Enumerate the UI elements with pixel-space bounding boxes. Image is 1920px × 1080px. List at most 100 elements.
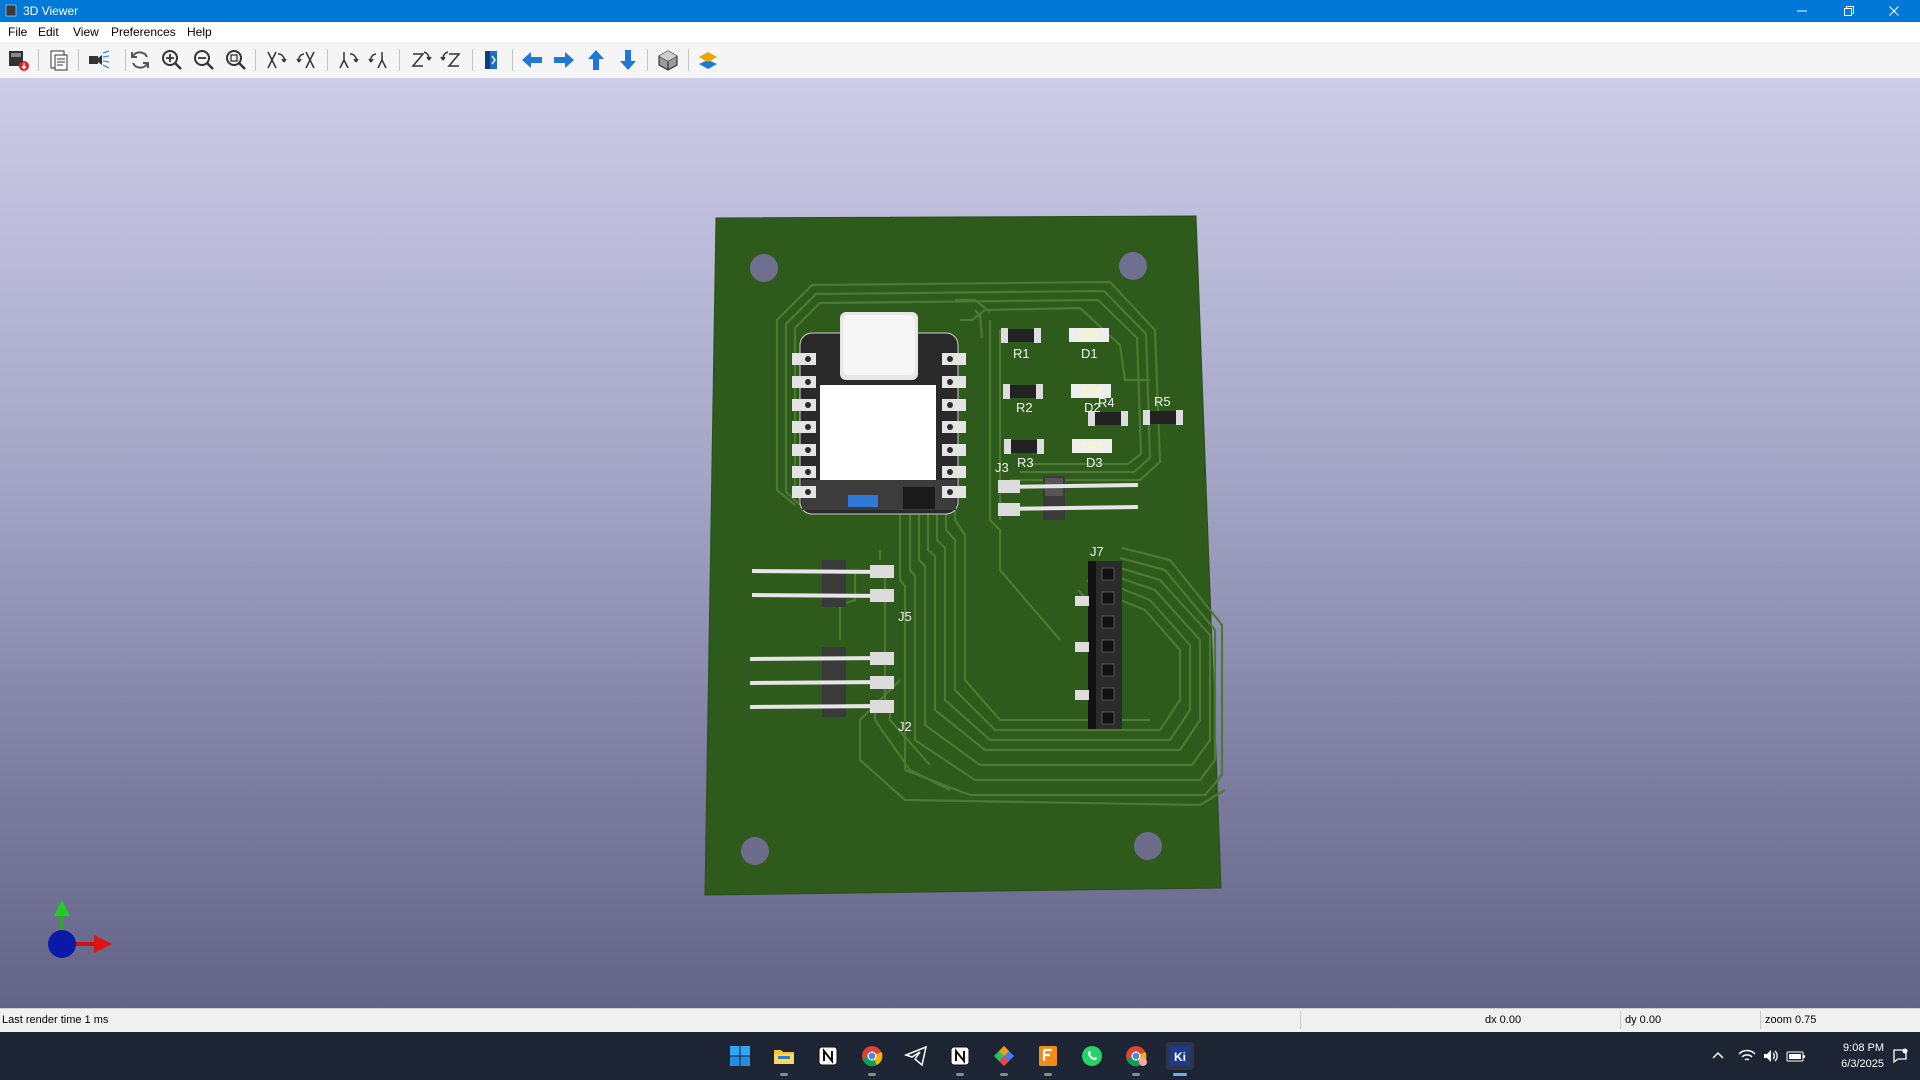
pan-left-button[interactable] xyxy=(518,47,546,73)
rotate-x-ccw-icon xyxy=(296,51,315,69)
pan-right-icon xyxy=(554,52,574,68)
rotate-y-cw-button[interactable] xyxy=(334,47,362,73)
rotate-z-cw-button[interactable] xyxy=(406,47,434,73)
reload-button[interactable] xyxy=(126,47,154,73)
pcb-render: R1 D1 R2 D2 R4 R5 R3 D3 J3 J7 J5 J2 xyxy=(48,215,1226,958)
layers-button[interactable] xyxy=(694,47,722,73)
kicad-icon: Ki xyxy=(1170,1046,1190,1066)
ortho-projection-button[interactable] xyxy=(654,47,682,73)
notion-icon xyxy=(950,1046,970,1066)
ref-label: J3 xyxy=(995,460,1009,475)
taskbar: Ki 9:08 PM 6/3/2025 xyxy=(0,1032,1920,1080)
menu-help[interactable]: Help xyxy=(187,25,212,39)
zoom-in-icon xyxy=(162,50,182,70)
taskbar-kicad[interactable]: Ki xyxy=(1166,1042,1194,1076)
resistor-r5 xyxy=(1143,410,1183,425)
taskbar-telegram[interactable] xyxy=(902,1042,930,1070)
rotate-z-ccw-button[interactable] xyxy=(438,47,466,73)
battery-icon[interactable] xyxy=(1786,1048,1806,1064)
zoom-readout: zoom 0.75 xyxy=(1765,1014,1817,1026)
taskbar-notion-2[interactable] xyxy=(946,1042,974,1076)
mcu-module xyxy=(792,312,966,515)
rotate-y-ccw-button[interactable] xyxy=(366,47,394,73)
pan-left-icon xyxy=(522,52,542,68)
raytrace-icon xyxy=(89,50,110,69)
whatsapp-icon xyxy=(1082,1046,1102,1066)
system-clock[interactable]: 9:08 PM 6/3/2025 xyxy=(1841,1040,1884,1072)
rotate-y-ccw-icon xyxy=(368,52,387,69)
minimize-button[interactable] xyxy=(1780,0,1824,22)
export-image-icon xyxy=(9,51,29,71)
menu-view[interactable]: View xyxy=(73,25,99,39)
flip-board-icon xyxy=(485,51,497,69)
taskbar-git[interactable] xyxy=(990,1042,1018,1076)
resistor-r3 xyxy=(1004,439,1044,454)
window-title: 3D Viewer xyxy=(23,4,79,18)
rotate-x-cw-icon xyxy=(267,51,287,69)
ref-label: R1 xyxy=(1013,346,1030,361)
reload-icon xyxy=(131,51,149,69)
notification-icon[interactable] xyxy=(1892,1048,1908,1064)
render-time-status: Last render time 1 ms xyxy=(2,1014,109,1026)
ref-label: D3 xyxy=(1086,455,1103,470)
taskbar-fusion[interactable] xyxy=(1034,1042,1062,1076)
pan-up-button[interactable] xyxy=(582,47,610,73)
git-icon xyxy=(994,1046,1014,1066)
3d-viewport[interactable]: R1 D1 R2 D2 R4 R5 R3 D3 J3 J7 J5 J2 xyxy=(0,78,1920,1008)
export-image-button[interactable] xyxy=(4,47,32,73)
taskbar-chrome-profile[interactable] xyxy=(1122,1042,1150,1076)
taskbar-chrome[interactable] xyxy=(858,1042,886,1076)
pan-right-button[interactable] xyxy=(550,47,578,73)
close-button[interactable] xyxy=(1872,0,1916,22)
chrome-icon xyxy=(862,1046,883,1067)
volume-icon[interactable] xyxy=(1762,1048,1780,1064)
menu-file[interactable]: File xyxy=(8,25,27,39)
resistor-r2 xyxy=(1003,384,1043,399)
mounting-hole xyxy=(1119,252,1147,280)
ref-label: R2 xyxy=(1016,400,1033,415)
rotate-z-ccw-icon xyxy=(440,51,461,67)
toolbar xyxy=(0,42,1920,79)
copy-clipboard-button[interactable] xyxy=(45,47,73,73)
resistor-r1 xyxy=(1001,328,1041,343)
ref-label: D1 xyxy=(1081,346,1098,361)
dx-readout: dx 0.00 xyxy=(1485,1014,1522,1026)
led-d3 xyxy=(1072,439,1112,453)
wifi-icon[interactable] xyxy=(1738,1048,1756,1064)
flip-board-button[interactable] xyxy=(477,47,505,73)
menu-bar: File Edit View Preferences Help xyxy=(0,22,1920,42)
menu-preferences[interactable]: Preferences xyxy=(111,25,176,39)
mounting-hole xyxy=(1134,832,1162,860)
zoom-fit-icon xyxy=(226,50,246,70)
taskbar-file-explorer[interactable] xyxy=(770,1042,798,1076)
menu-edit[interactable]: Edit xyxy=(38,25,59,39)
chevron-up-icon[interactable] xyxy=(1710,1048,1726,1064)
dy-readout: dy 0.00 xyxy=(1625,1014,1662,1026)
restore-button[interactable] xyxy=(1827,0,1871,22)
copy-clipboard-icon xyxy=(50,50,68,71)
clock-time: 9:08 PM xyxy=(1843,1042,1884,1054)
taskbar-notion[interactable] xyxy=(814,1042,842,1070)
zoom-out-button[interactable] xyxy=(190,47,218,73)
rotate-x-cw-button[interactable] xyxy=(262,47,290,73)
ortho-icon xyxy=(658,50,678,71)
clock-date: 6/3/2025 xyxy=(1841,1058,1884,1070)
file-explorer-icon xyxy=(774,1050,794,1064)
raytrace-button[interactable] xyxy=(85,47,113,73)
layers-icon xyxy=(699,52,717,69)
status-bar: Last render time 1 ms dx 0.00 dy 0.00 zo… xyxy=(0,1008,1920,1033)
header-j2 xyxy=(749,647,895,717)
rotate-y-cw-icon xyxy=(339,52,359,69)
rotate-x-ccw-button[interactable] xyxy=(294,47,322,73)
system-tray xyxy=(1710,1032,1806,1080)
rotate-z-cw-icon xyxy=(411,51,432,67)
telegram-icon xyxy=(904,1045,928,1067)
zoom-in-button[interactable] xyxy=(158,47,186,73)
pan-down-button[interactable] xyxy=(614,47,642,73)
ref-label: J7 xyxy=(1090,544,1104,559)
zoom-fit-button[interactable] xyxy=(222,47,250,73)
start-button[interactable] xyxy=(726,1042,754,1070)
close-icon xyxy=(1889,6,1899,16)
mounting-hole xyxy=(750,254,778,282)
taskbar-whatsapp[interactable] xyxy=(1078,1042,1106,1070)
